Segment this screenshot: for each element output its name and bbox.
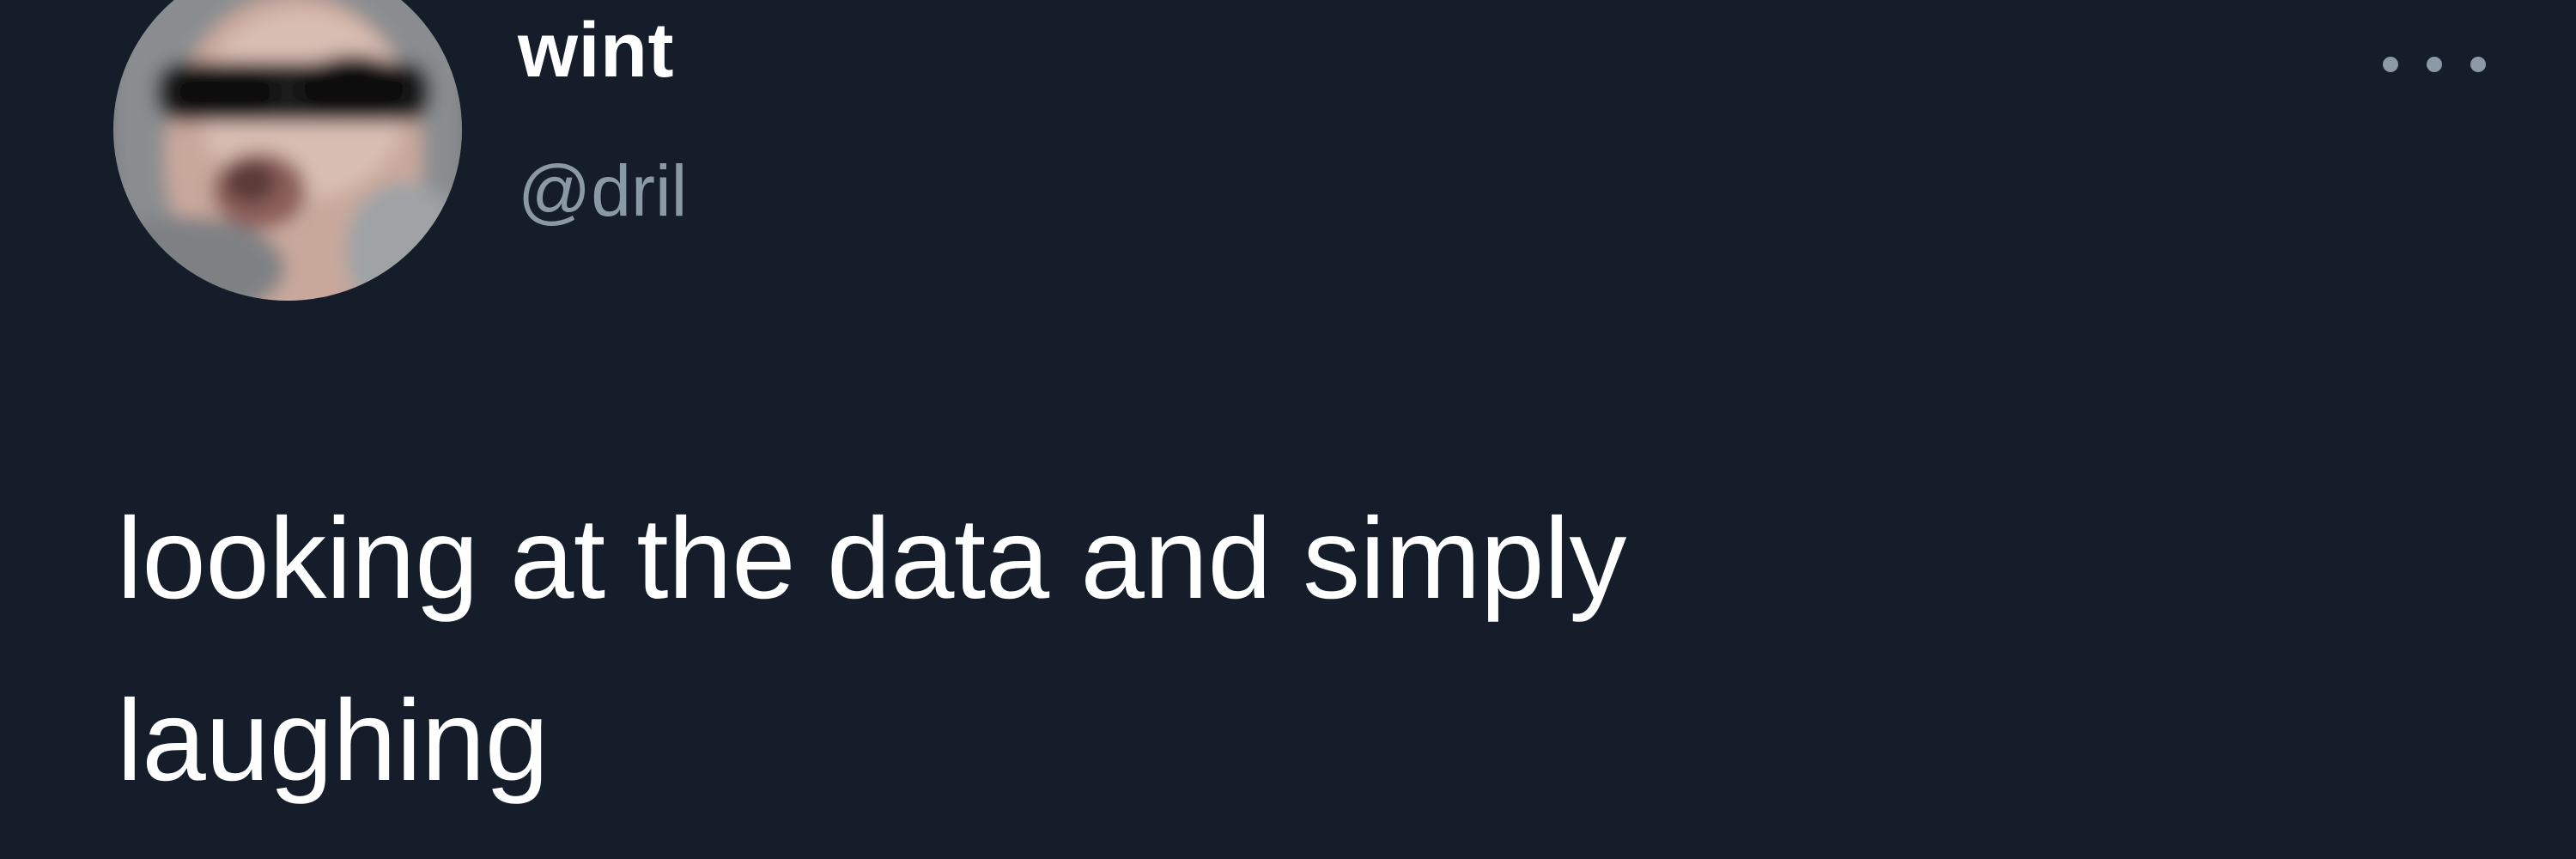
author-display-name[interactable]: wint xyxy=(518,12,674,89)
author-handle[interactable]: @dril xyxy=(518,155,687,227)
avatar-photo xyxy=(113,0,462,301)
tweet-text-line: laughing xyxy=(117,677,549,805)
more-dot xyxy=(2427,57,2442,72)
more-options-icon[interactable] xyxy=(2383,43,2486,86)
tweet-text-line: looking at the data and simply xyxy=(117,495,1626,623)
more-dot xyxy=(2383,57,2398,72)
more-dot xyxy=(2470,57,2486,72)
tweet-card: wint @dril looking at the data and simpl… xyxy=(0,0,2576,859)
tweet-text: looking at the data and simply laughing xyxy=(117,468,2349,832)
author-avatar[interactable] xyxy=(113,0,462,301)
